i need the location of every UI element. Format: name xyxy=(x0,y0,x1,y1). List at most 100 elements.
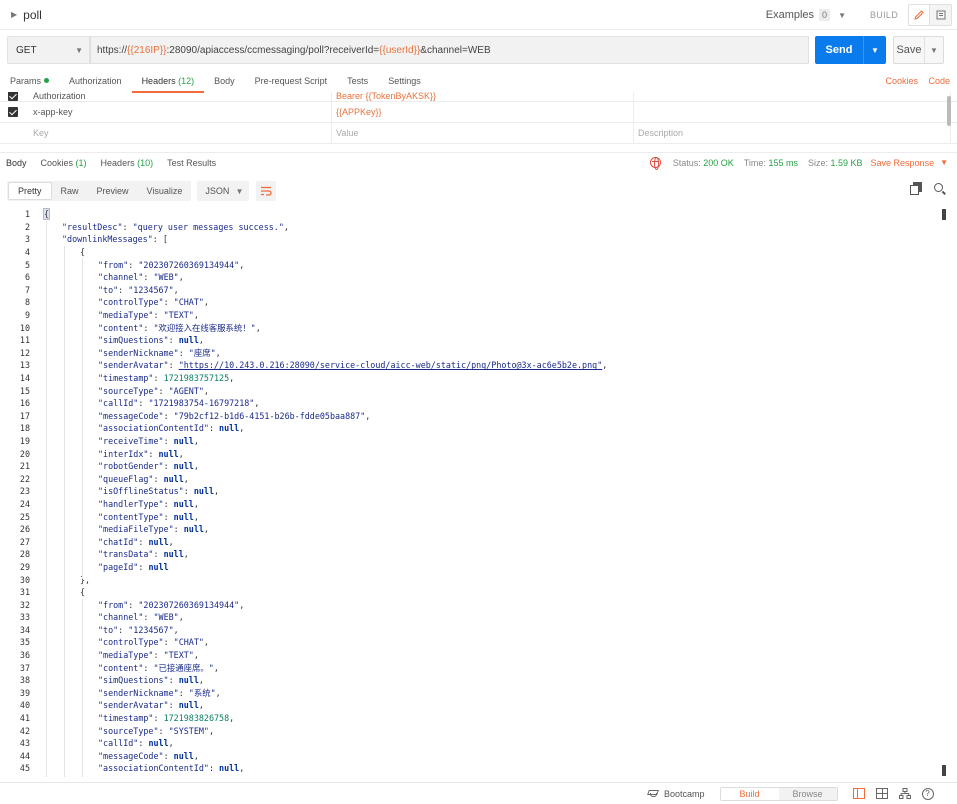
mode-raw[interactable]: Raw xyxy=(52,181,88,201)
header-key[interactable]: Authorization xyxy=(25,92,332,101)
tab-params[interactable]: Params xyxy=(10,70,50,91)
save-button[interactable]: Save ▼ xyxy=(893,36,944,64)
header-description-placeholder[interactable]: Description xyxy=(634,122,951,144)
code-text: "callId": null, xyxy=(98,738,174,748)
code-line: 16 "callId": "1721983754-16797218", xyxy=(0,397,940,410)
header-checkbox[interactable] xyxy=(0,92,25,101)
header-key[interactable]: x-app-key xyxy=(25,101,332,123)
line-number: 6 xyxy=(24,272,30,283)
time-value[interactable]: 155 ms xyxy=(768,158,798,168)
code-token: null xyxy=(173,498,194,509)
url-segment: :28090/apiaccess/ccmessaging/poll?receiv… xyxy=(166,44,380,56)
code-token: , xyxy=(203,637,209,648)
header-value-placeholder[interactable]: Value xyxy=(332,122,634,144)
tab-tests[interactable]: Tests xyxy=(347,70,368,91)
tree-icon[interactable] xyxy=(898,788,911,799)
code-token: : xyxy=(178,347,189,358)
line-number: 17 xyxy=(19,410,30,421)
build-toggle[interactable]: Build xyxy=(720,787,779,800)
format-select[interactable]: JSON ▼ xyxy=(197,181,250,201)
code-token: { xyxy=(42,208,51,221)
tab-response-cookies[interactable]: Cookies (1) xyxy=(41,158,87,168)
code-token: "SYSTEM" xyxy=(168,725,209,736)
line-number: 39 xyxy=(19,687,30,698)
header-key-placeholder[interactable]: Key xyxy=(25,122,332,144)
response-scrollbar[interactable] xyxy=(942,209,946,776)
tab-authorization[interactable]: Authorization xyxy=(69,70,122,91)
code-link[interactable]: Code xyxy=(928,76,950,86)
header-description[interactable] xyxy=(634,92,951,101)
globe-icon[interactable] xyxy=(649,157,661,170)
tab-test-results[interactable]: Test Results xyxy=(167,158,216,168)
code-token: , xyxy=(283,221,289,232)
request-name[interactable]: poll xyxy=(23,8,42,22)
mode-preview[interactable]: Preview xyxy=(88,181,138,201)
response-body-editor[interactable]: 1{2 "resultDesc": "query user messages su… xyxy=(0,208,940,777)
code-token: "1234567" xyxy=(128,624,174,635)
code-text: "transData": null, xyxy=(98,549,189,559)
help-icon[interactable]: ? xyxy=(921,787,934,800)
code-token: "1234567" xyxy=(128,284,174,295)
cookies-link[interactable]: Cookies xyxy=(885,76,918,86)
method-select[interactable]: GET ▼ xyxy=(7,36,90,64)
code-token: , xyxy=(193,650,199,661)
size-value[interactable]: 1.59 KB xyxy=(831,158,863,168)
bootcamp-button[interactable]: Bootcamp xyxy=(648,789,705,799)
copy-icon[interactable] xyxy=(910,182,922,195)
status-value[interactable]: 200 OK xyxy=(703,158,734,168)
code-token: : xyxy=(128,599,139,610)
two-pane-layout-icon[interactable] xyxy=(852,788,865,799)
mode-visualize[interactable]: Visualize xyxy=(138,181,192,201)
code-token: "1721983754-16797218" xyxy=(148,398,255,409)
documentation-button[interactable] xyxy=(930,3,952,26)
code-token: "content" xyxy=(98,322,144,333)
expand-caret-icon[interactable]: ▶ xyxy=(11,10,17,19)
headers-scrollbar[interactable] xyxy=(947,96,951,126)
sitemap-icon xyxy=(898,788,911,799)
grid-layout-icon[interactable] xyxy=(875,788,888,799)
code-token: : xyxy=(153,650,164,661)
examples-dropdown[interactable]: Examples 0 ▼ xyxy=(766,8,846,21)
header-description[interactable] xyxy=(634,101,951,123)
code-text: "channel": "WEB", xyxy=(98,272,184,282)
send-options-caret-icon[interactable]: ▼ xyxy=(864,46,886,55)
tab-body[interactable]: Body xyxy=(214,70,235,91)
code-text: "from": "202307260369134944", xyxy=(98,260,244,270)
browse-toggle[interactable]: Browse xyxy=(778,787,837,800)
line-number: 44 xyxy=(19,750,30,761)
line-number: 14 xyxy=(19,373,30,384)
wrap-lines-button[interactable] xyxy=(256,181,277,201)
code-text: "timestamp": 1721983826758, xyxy=(98,713,234,723)
search-icon[interactable] xyxy=(934,182,943,192)
code-token: null xyxy=(163,549,184,560)
code-token: null xyxy=(193,486,214,497)
tab-prerequest-script[interactable]: Pre-request Script xyxy=(255,70,328,91)
chevron-down-icon[interactable]: ▼ xyxy=(940,158,948,167)
url-bar: GET ▼ https://{{216IP}}:28090/apiaccess/… xyxy=(7,36,950,64)
tab-headers[interactable]: Headers (12) xyxy=(131,70,205,93)
code-token: "mediaType" xyxy=(98,650,154,661)
code-line: 10 "content": "欢迎接入在线客服系统！", xyxy=(0,321,940,334)
line-number: 45 xyxy=(19,763,30,774)
header-checkbox[interactable] xyxy=(0,107,25,117)
tab-settings[interactable]: Settings xyxy=(388,70,421,91)
send-button[interactable]: Send ▼ xyxy=(815,36,886,64)
code-token: , xyxy=(178,448,184,459)
header-value[interactable]: {{APPKey}} xyxy=(332,101,634,123)
tab-response-body[interactable]: Body xyxy=(6,158,27,168)
mode-pretty[interactable]: Pretty xyxy=(8,182,52,200)
url-input[interactable]: https://{{216IP}}:28090/apiaccess/ccmess… xyxy=(90,36,809,64)
code-token: "senderNickname" xyxy=(98,347,179,358)
header-row-authorization: Authorization Bearer {{TokenByAKSK}} xyxy=(0,92,957,102)
code-token: , xyxy=(254,398,260,409)
line-number: 32 xyxy=(19,599,30,610)
save-response-button[interactable]: Save Response xyxy=(871,158,935,168)
tab-response-headers[interactable]: Headers (10) xyxy=(101,158,154,168)
code-token: null xyxy=(163,473,184,484)
edit-button[interactable] xyxy=(908,3,930,26)
header-value[interactable]: Bearer {{TokenByAKSK}} xyxy=(332,92,634,101)
code-token: "channel" xyxy=(98,612,144,623)
code-text: "sourceType": "AGENT", xyxy=(98,386,209,396)
code-token: : xyxy=(153,713,164,724)
save-options-caret-icon[interactable]: ▼ xyxy=(925,46,943,55)
